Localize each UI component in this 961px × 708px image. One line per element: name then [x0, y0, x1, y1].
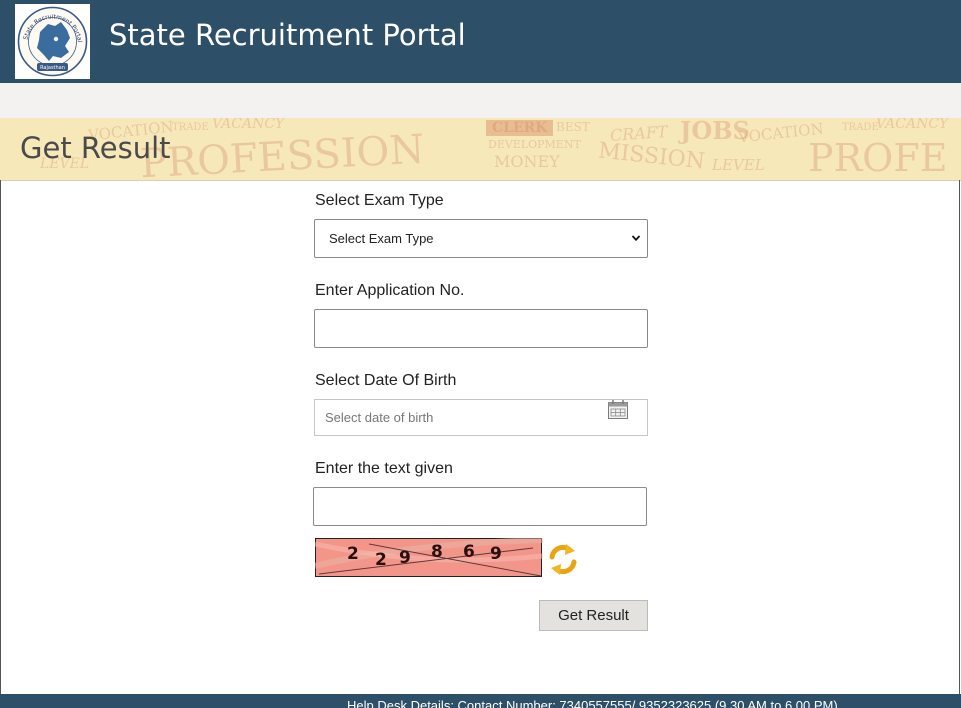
- content-frame-left-border: [0, 180, 1, 694]
- exam-type-select[interactable]: Select Exam Type: [314, 219, 648, 258]
- captcha-char: 6: [463, 542, 475, 562]
- page-title: Get Result: [20, 131, 171, 165]
- captcha-char: 8: [431, 542, 443, 562]
- refresh-icon[interactable]: [548, 543, 578, 576]
- portal-logo[interactable]: State Recruitment Portal Rajasthan: [15, 4, 90, 79]
- banner-word: MONEY: [494, 152, 560, 171]
- banner-word: CLERK: [486, 120, 554, 136]
- help-desk-text: Help Desk Details: Contact Number: 73405…: [347, 698, 838, 708]
- header-bar: State Recruitment Portal Rajasthan State…: [0, 0, 961, 83]
- footer-bar: Help Desk Details: Contact Number: 73405…: [0, 694, 961, 708]
- banner-word: VACANCY: [876, 118, 949, 132]
- exam-type-selected-value: Select Exam Type: [329, 231, 434, 246]
- dob-input[interactable]: [315, 400, 595, 435]
- banner-word: BEST: [556, 120, 590, 134]
- banner-word: LEVEL: [712, 156, 765, 174]
- captcha-char: 9: [399, 548, 411, 568]
- exam-type-label: Select Exam Type: [315, 192, 444, 209]
- get-result-button[interactable]: Get Result: [539, 600, 648, 631]
- application-no-label: Enter Application No.: [315, 282, 465, 299]
- dob-field[interactable]: [314, 399, 648, 436]
- banner-word: PROFE: [808, 136, 948, 180]
- sub-navigation-bar: [0, 83, 961, 120]
- dob-label: Select Date Of Birth: [315, 372, 457, 389]
- banner-word: DEVELOPMENT: [488, 138, 581, 151]
- banner-word: PROFESSION: [138, 126, 426, 181]
- banner-word: VACANCY: [212, 118, 285, 132]
- application-no-input[interactable]: [314, 309, 648, 348]
- banner-word: TRADE: [172, 122, 209, 133]
- chevron-down-icon: [631, 235, 641, 242]
- captcha-char: 2: [347, 544, 359, 564]
- calendar-icon[interactable]: [607, 400, 629, 420]
- captcha-text-label: Enter the text given: [315, 460, 453, 477]
- banner-word: TRADE: [842, 122, 879, 133]
- logo-ribbon-text: Rajasthan: [40, 65, 65, 71]
- rajasthan-map-emblem-icon: State Recruitment Portal Rajasthan: [17, 6, 88, 77]
- portal-title: State Recruitment Portal: [109, 18, 466, 52]
- captcha-text-input[interactable]: [313, 487, 647, 526]
- content-frame-right-border: [959, 180, 960, 694]
- captcha-char: 9: [490, 544, 502, 564]
- captcha-char: 2: [375, 550, 387, 570]
